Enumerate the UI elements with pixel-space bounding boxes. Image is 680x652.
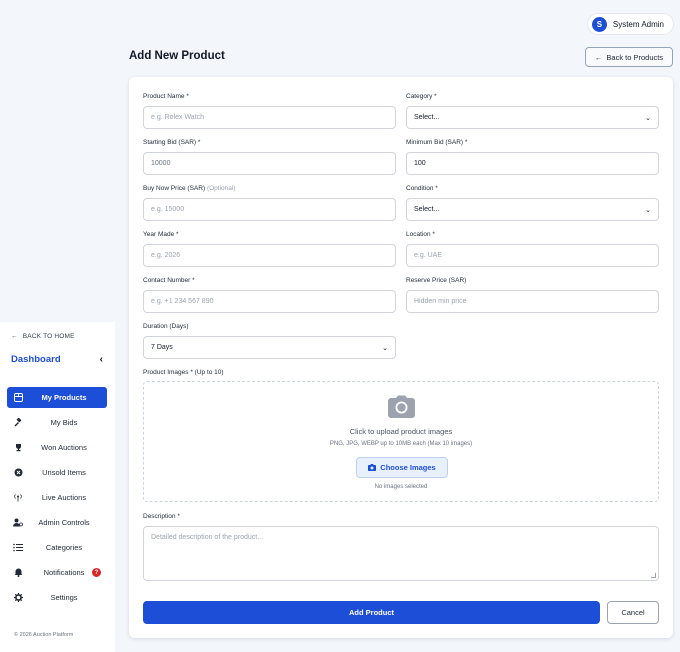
duration-field: Duration (Days) 7 Days ⌄ [143, 323, 396, 359]
minimum-bid-input[interactable]: 100 [406, 152, 659, 175]
back-to-products-label: Back to Products [606, 52, 664, 62]
year-made-input[interactable]: e.g. 2026 [143, 244, 396, 267]
back-to-home-link[interactable]: ← BACK TO HOME [11, 333, 75, 340]
sidebar-nav: My Products My Bids Won Auctions Unsold … [7, 387, 107, 612]
chevron-left-icon[interactable]: ‹ [100, 354, 103, 365]
gavel-icon [13, 418, 23, 428]
chevron-down-icon: ⌄ [645, 206, 651, 214]
upload-title: Click to upload product images [349, 427, 453, 436]
user-gear-icon [13, 518, 23, 528]
field-label: Condition * [406, 185, 438, 192]
sidebar-item-my-bids[interactable]: My Bids [7, 412, 107, 433]
arrow-left-icon: ← [594, 52, 603, 62]
camera-icon [388, 395, 415, 418]
duration-select[interactable]: 7 Days ⌄ [143, 336, 396, 359]
product-name-field: Product Name * e.g. Rolex Watch [143, 93, 396, 129]
page-title: Add New Product [129, 50, 225, 62]
field-label: Minimum Bid (SAR) * [406, 139, 468, 146]
location-input[interactable]: e.g. UAE [406, 244, 659, 267]
description-placeholder: Detailed description of the product... [151, 534, 264, 541]
field-label: Description * [143, 513, 180, 520]
sidebar-item-notifications[interactable]: Notifications ? [7, 562, 107, 583]
reserve-price-input[interactable]: Hidden min price [406, 290, 659, 313]
select-value: 7 Days [151, 344, 173, 351]
field-label: Buy Now Price (SAR) (Optional) [143, 185, 396, 194]
field-label: Product Images * (Up to 10) [143, 369, 224, 376]
add-product-button[interactable]: Add Product [143, 601, 600, 624]
sidebar-item-admin-controls[interactable]: Admin Controls [7, 512, 107, 533]
image-upload-dropzone[interactable]: Click to upload product images PNG, JPG,… [143, 381, 659, 502]
broadcast-icon [13, 493, 23, 503]
upload-status: No images selected [374, 484, 428, 490]
starting-bid-field: Starting Bid (SAR) * 10000 [143, 139, 396, 175]
buy-now-field: Buy Now Price (SAR) (Optional) e.g. 1500… [143, 185, 396, 221]
sidebar-header: Dashboard ‹ [11, 354, 103, 365]
camera-icon [368, 464, 377, 471]
category-field: Category * Select... ⌄ [406, 93, 659, 129]
trophy-icon [13, 443, 23, 453]
back-to-products-button[interactable]: ← Back to Products [585, 47, 673, 67]
condition-field: Condition * Select... ⌄ [406, 185, 659, 221]
sidebar-item-my-products[interactable]: My Products [7, 387, 107, 408]
field-label: Year Made * [143, 231, 179, 238]
upload-subtitle: PNG, JPG, WEBP up to 10MB each (Max 10 i… [329, 441, 473, 447]
chevron-down-icon: ⌄ [645, 114, 651, 122]
cancel-button[interactable]: Cancel [607, 601, 659, 624]
sidebar-item-categories[interactable]: Categories [7, 537, 107, 558]
field-label: Starting Bid (SAR) * [143, 139, 201, 146]
list-icon [13, 543, 23, 553]
contact-number-input[interactable]: e.g. +1 234 567 890 [143, 290, 396, 313]
bell-icon [13, 568, 23, 578]
product-name-input[interactable]: e.g. Rolex Watch [143, 106, 396, 129]
notification-badge: ? [92, 568, 101, 577]
back-to-home-label: BACK TO HOME [22, 333, 75, 340]
grid-icon [13, 393, 23, 403]
x-circle-icon [13, 468, 23, 478]
contact-number-field: Contact Number * e.g. +1 234 567 890 [143, 277, 396, 313]
choose-images-button[interactable]: Choose Images [356, 457, 448, 478]
year-made-field: Year Made * e.g. 2026 [143, 231, 396, 267]
buy-now-input[interactable]: e.g. 15000 [143, 198, 396, 221]
sidebar-item-unsold-items[interactable]: Unsold Items [7, 462, 107, 483]
sidebar-title: Dashboard [11, 354, 61, 365]
sidebar-item-won-auctions[interactable]: Won Auctions [7, 437, 107, 458]
user-name: System Admin [612, 19, 664, 29]
select-value: Select... [414, 206, 440, 213]
sidebar-item-settings[interactable]: Settings [7, 587, 107, 608]
gear-icon [13, 593, 23, 603]
choose-images-label: Choose Images [380, 463, 436, 472]
field-label: Product Name * [143, 93, 189, 100]
field-label: Category * [406, 93, 437, 100]
category-select[interactable]: Select... ⌄ [406, 106, 659, 129]
field-label: Duration (Days) [143, 323, 189, 330]
location-field: Location * e.g. UAE [406, 231, 659, 267]
field-label: Contact Number * [143, 277, 195, 284]
avatar: S [591, 16, 607, 32]
description-field: Description * Detailed description of th… [143, 513, 659, 581]
condition-select[interactable]: Select... ⌄ [406, 198, 659, 221]
resize-handle[interactable] [651, 573, 656, 578]
field-label: Reserve Price (SAR) [406, 277, 467, 284]
arrow-left-icon: ← [11, 333, 18, 340]
user-menu[interactable]: S System Admin [586, 13, 674, 35]
optional-tag: (Optional) [206, 185, 236, 192]
field-label-text: Buy Now Price (SAR) [143, 185, 206, 192]
field-label: Location * [406, 231, 435, 238]
sidebar: ← BACK TO HOME Dashboard ‹ My Products M… [0, 322, 115, 652]
footer-copyright: © 2026 Auction Platform [14, 632, 74, 638]
starting-bid-input[interactable]: 10000 [143, 152, 396, 175]
description-textarea[interactable]: Detailed description of the product... [143, 526, 659, 581]
reserve-price-field: Reserve Price (SAR) Hidden min price [406, 277, 659, 313]
sidebar-item-live-auctions[interactable]: Live Auctions [7, 487, 107, 508]
chevron-down-icon: ⌄ [382, 344, 388, 352]
select-value: Select... [414, 114, 440, 121]
minimum-bid-field: Minimum Bid (SAR) * 100 [406, 139, 659, 175]
add-product-form: Product Name * e.g. Rolex Watch Category… [129, 77, 673, 638]
